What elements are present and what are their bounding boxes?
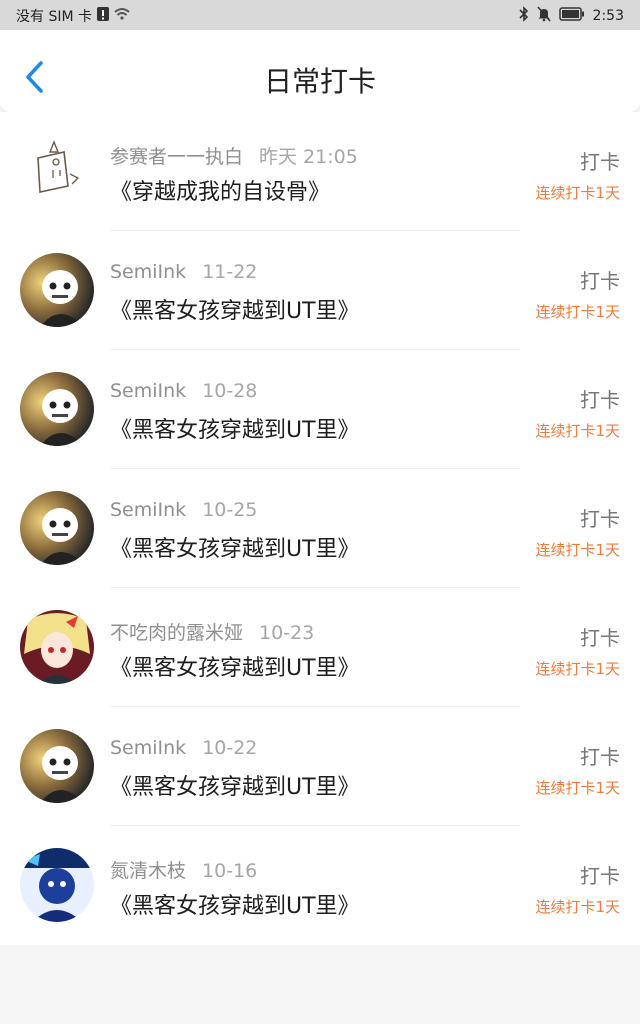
streak-label: 连续打卡1天 [535, 184, 620, 202]
user-name: SemiInk [110, 380, 187, 402]
checkin-label: 打卡 [580, 864, 620, 888]
avatar[interactable] [20, 253, 94, 327]
checkin-date: 10-16 [202, 860, 258, 882]
empty-area [0, 945, 640, 1024]
clock: 2:53 [592, 8, 624, 24]
checkin-label: 打卡 [580, 745, 620, 769]
book-title[interactable]: 《黑客女孩穿越到UT里》 [110, 293, 360, 325]
list-item[interactable]: 氮清木枝 10-16 《黑客女孩穿越到UT里》 打卡 连续打卡1天 [0, 826, 640, 945]
wifi-icon [114, 7, 130, 25]
user-name: 氮清木枝 [110, 860, 187, 882]
checkin-date: 10-25 [202, 499, 258, 521]
user-line: 不吃肉的露米娅 10-23 [110, 618, 314, 645]
checkin-label: 打卡 [580, 507, 620, 531]
checkin-list: 参赛者一一执白 昨天 21:05 《穿越成我的自设骨》 打卡 连续打卡1天 Sem… [0, 112, 640, 945]
book-title[interactable]: 《黑客女孩穿越到UT里》 [110, 531, 360, 563]
checkin-label: 打卡 [580, 626, 620, 650]
checkin-date: 昨天 21:05 [259, 146, 358, 168]
streak-label: 连续打卡1天 [535, 898, 620, 916]
list-item[interactable]: SemiInk 11-22 《黑客女孩穿越到UT里》 打卡 连续打卡1天 [0, 231, 640, 350]
list-item[interactable]: 不吃肉的露米娅 10-23 《黑客女孩穿越到UT里》 打卡 连续打卡1天 [0, 588, 640, 707]
book-title[interactable]: 《黑客女孩穿越到UT里》 [110, 769, 360, 801]
avatar[interactable] [20, 729, 94, 803]
book-title[interactable]: 《黑客女孩穿越到UT里》 [110, 650, 360, 682]
bluetooth-icon [518, 6, 529, 26]
user-line: SemiInk 10-22 [110, 737, 257, 759]
user-line: SemiInk 10-25 [110, 499, 257, 521]
user-line: 参赛者一一执白 昨天 21:05 [110, 142, 358, 169]
list-item[interactable]: SemiInk 10-28 《黑客女孩穿越到UT里》 打卡 连续打卡1天 [0, 350, 640, 469]
checkin-date: 10-23 [259, 622, 315, 644]
user-line: SemiInk 11-22 [110, 261, 257, 283]
checkin-label: 打卡 [580, 150, 620, 174]
checkin-date: 11-22 [202, 261, 258, 283]
user-name: SemiInk [110, 737, 187, 759]
streak-label: 连续打卡1天 [535, 541, 620, 559]
streak-label: 连续打卡1天 [535, 779, 620, 797]
avatar[interactable] [20, 134, 94, 208]
avatar[interactable] [20, 610, 94, 684]
list-item[interactable]: SemiInk 10-25 《黑客女孩穿越到UT里》 打卡 连续打卡1天 [0, 469, 640, 588]
streak-label: 连续打卡1天 [535, 422, 620, 440]
user-name: SemiInk [110, 261, 187, 283]
book-title[interactable]: 《穿越成我的自设骨》 [110, 174, 330, 206]
carrier-label: 没有 SIM 卡 [16, 9, 92, 25]
checkin-label: 打卡 [580, 388, 620, 412]
status-left: 没有 SIM 卡 [16, 6, 130, 26]
list-item[interactable]: 参赛者一一执白 昨天 21:05 《穿越成我的自设骨》 打卡 连续打卡1天 [0, 112, 640, 231]
streak-label: 连续打卡1天 [535, 303, 620, 321]
book-title[interactable]: 《黑客女孩穿越到UT里》 [110, 888, 360, 920]
battery-icon [558, 7, 585, 25]
header: 日常打卡 [0, 30, 640, 112]
checkin-date: 10-22 [202, 737, 258, 759]
sim-warning-icon [96, 6, 110, 26]
streak-label: 连续打卡1天 [535, 660, 620, 678]
list-item[interactable]: SemiInk 10-22 《黑客女孩穿越到UT里》 打卡 连续打卡1天 [0, 707, 640, 826]
mute-bell-icon [536, 6, 551, 26]
checkin-label: 打卡 [580, 269, 620, 293]
status-bar: 没有 SIM 卡 2:53 [0, 0, 640, 30]
user-line: 氮清木枝 10-16 [110, 856, 257, 883]
avatar[interactable] [20, 491, 94, 565]
status-right: 2:53 [518, 6, 624, 26]
avatar[interactable] [20, 372, 94, 446]
page-title: 日常打卡 [263, 65, 376, 98]
checkin-date: 10-28 [202, 380, 258, 402]
user-name: 不吃肉的露米娅 [110, 622, 244, 644]
user-name: SemiInk [110, 499, 187, 521]
user-name: 参赛者一一执白 [110, 146, 244, 168]
user-line: SemiInk 10-28 [110, 380, 257, 402]
avatar[interactable] [20, 848, 94, 922]
book-title[interactable]: 《黑客女孩穿越到UT里》 [110, 412, 360, 444]
